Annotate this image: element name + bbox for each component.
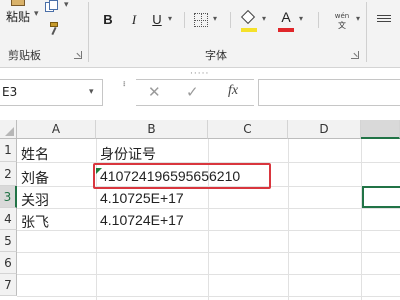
font-divider	[318, 12, 319, 28]
formula-bar-area: ····· E3 ▾ ··· ✕ ✓ fx	[0, 68, 400, 120]
align-left-icon[interactable]	[377, 15, 391, 25]
column-header-a[interactable]: A	[17, 120, 96, 139]
formula-buttons: ✕ ✓ fx	[136, 79, 254, 106]
column-header-b[interactable]: B	[96, 120, 208, 139]
gridline	[17, 274, 400, 275]
phonetic-dropdown-icon[interactable]: ▾	[356, 14, 360, 23]
row-header-7[interactable]: 7	[0, 274, 17, 296]
column-header-d[interactable]: D	[288, 120, 361, 139]
font-divider	[184, 12, 185, 28]
highlight-annotation	[93, 163, 271, 189]
name-box-value: E3	[2, 85, 18, 99]
gridline	[17, 230, 400, 231]
fill-color-icon[interactable]	[240, 9, 258, 29]
gridline	[17, 208, 400, 209]
column-header-c[interactable]: C	[208, 120, 288, 139]
worksheet-grid[interactable]: A B C D 1 2 3 4 5 6 7	[0, 120, 400, 300]
formula-input[interactable]	[258, 79, 400, 106]
font-dialog-launcher-icon[interactable]	[351, 51, 359, 59]
font-color-swatch	[278, 28, 294, 32]
active-cell-e3[interactable]	[362, 186, 400, 208]
group-divider	[366, 2, 367, 62]
cancel-icon[interactable]: ✕	[148, 83, 161, 101]
borders-dropdown-icon[interactable]: ▾	[213, 14, 217, 23]
font-color-icon[interactable]: A	[279, 9, 293, 27]
cell-a1[interactable]: 姓名	[21, 144, 49, 164]
cell-a3[interactable]: 关羽	[21, 190, 49, 210]
fill-color-swatch	[241, 28, 257, 32]
clipboard-dialog-launcher-icon[interactable]	[74, 51, 82, 59]
phonetic-guide-pinyin: wén	[334, 12, 350, 20]
name-box[interactable]: E3 ▾	[0, 79, 103, 106]
phonetic-guide-char: 文	[338, 21, 346, 30]
row-header-3[interactable]: 3	[0, 186, 17, 208]
bold-button[interactable]: B	[100, 11, 116, 29]
group-divider	[88, 2, 89, 62]
gridline	[17, 252, 400, 253]
cell-b1[interactable]: 身份证号	[100, 144, 156, 164]
copy-icon[interactable]	[45, 0, 59, 12]
row-header-6[interactable]: 6	[0, 252, 17, 274]
column-header-e[interactable]	[361, 120, 400, 139]
borders-icon[interactable]	[194, 13, 208, 27]
italic-button[interactable]: I	[126, 11, 142, 29]
clipboard-group-label: 剪贴板	[8, 49, 41, 62]
phonetic-guide-icon[interactable]: wén 文	[330, 12, 354, 30]
font-color-dropdown-icon[interactable]: ▾	[299, 14, 303, 23]
row-header-1[interactable]: 1	[0, 139, 17, 162]
copy-dropdown-icon[interactable]: ▾	[64, 0, 69, 10]
row-header-5[interactable]: 5	[0, 230, 17, 252]
fill-color-dropdown-icon[interactable]: ▾	[262, 14, 266, 23]
cell-b4[interactable]: 4.10724E+17	[100, 212, 184, 228]
paste-icon[interactable]	[8, 0, 28, 7]
paste-dropdown-icon[interactable]: ▾	[34, 9, 39, 19]
insert-function-icon[interactable]: fx	[228, 83, 238, 99]
cell-b3[interactable]: 4.10725E+17	[100, 190, 184, 206]
font-group-label: 字体	[205, 49, 227, 62]
format-painter-icon[interactable]	[47, 22, 60, 36]
formula-bar-splitter-icon[interactable]: ···	[117, 80, 131, 85]
name-box-dropdown-icon[interactable]: ▾	[89, 87, 94, 97]
paste-button-label[interactable]: 粘贴	[6, 8, 30, 25]
gridline	[288, 139, 289, 300]
cell-a2[interactable]: 刘备	[21, 168, 49, 188]
gridline	[361, 139, 362, 300]
font-divider	[230, 12, 231, 28]
cell-a4[interactable]: 张飞	[21, 212, 49, 232]
enter-icon[interactable]: ✓	[186, 83, 199, 101]
underline-dropdown-icon[interactable]: ▾	[168, 14, 172, 23]
row-header-2[interactable]: 2	[0, 162, 17, 186]
underline-button[interactable]: U	[149, 11, 165, 29]
row-header-4[interactable]: 4	[0, 208, 17, 230]
ribbon: 粘贴 ▾ ▾ 剪贴板 B I U ▾ ▾ ▾ A ▾ wén 文 ▾ 字体	[0, 0, 400, 68]
ribbon-collapse-handle[interactable]: ·····	[190, 69, 209, 79]
select-all-button[interactable]	[0, 120, 17, 139]
gridline	[17, 296, 400, 297]
